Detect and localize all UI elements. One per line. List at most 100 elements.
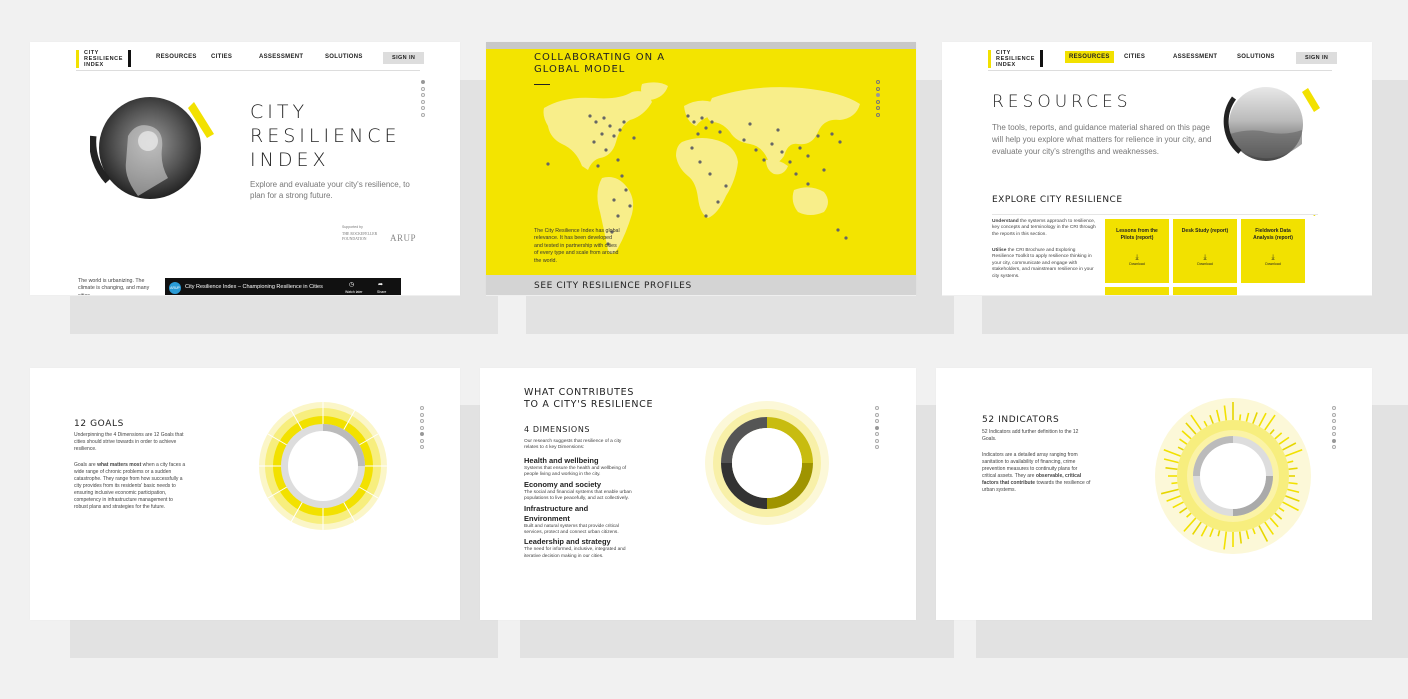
section-divider	[992, 214, 1318, 215]
download-icon[interactable]: ⤓	[1105, 254, 1169, 262]
goals-description: Goals are what matters most when a city …	[74, 462, 186, 510]
section-dot[interactable]	[421, 106, 425, 110]
section-dot[interactable]	[421, 86, 425, 91]
indicators-intro: 52 Indicators add further definition to …	[982, 429, 1079, 442]
hero-photo-circle	[90, 97, 214, 199]
see-profiles-link[interactable]: SEE CITY RESILIENCE PROFILES	[534, 281, 692, 291]
section-dot[interactable]	[420, 419, 424, 423]
dimension-desc: Systems that ensure the health and wellb…	[524, 466, 627, 478]
section-dots[interactable]	[421, 80, 425, 117]
section-dot[interactable]	[1332, 419, 1336, 423]
card-shadow	[916, 80, 942, 296]
section-dot[interactable]	[420, 432, 424, 436]
resource-card[interactable]	[1105, 287, 1169, 295]
card-shadow	[916, 405, 936, 620]
intro-text: The world is urbanizing. The climate is …	[78, 278, 150, 295]
section-dot[interactable]	[1332, 432, 1336, 436]
dimension-desc: The social and financial systems that en…	[524, 489, 632, 502]
nav-assessment[interactable]: ASSESSMENT	[259, 54, 303, 60]
indicator-segment	[1238, 414, 1242, 421]
sign-in-button[interactable]: SIGN IN	[1296, 52, 1338, 64]
section-dot[interactable]	[875, 425, 879, 430]
section-dot[interactable]	[1332, 438, 1336, 443]
map-title: COLLABORATING ON A GLOBAL MODEL	[534, 52, 666, 75]
dimensions-ring-diagram	[705, 401, 829, 525]
section-dot[interactable]	[421, 99, 425, 104]
card-shadow	[520, 620, 954, 658]
indicator-segment	[1288, 481, 1298, 485]
section-dot[interactable]	[875, 406, 879, 410]
dimension-name: Leadership and strategy	[524, 537, 611, 547]
dimension-name: Economy and society	[524, 479, 602, 489]
goals-wheel-diagram	[259, 402, 387, 530]
resources-intro: The tools, reports, and guidance materia…	[992, 123, 1212, 156]
nav-cities[interactable]: CITIES	[211, 54, 232, 60]
section-dot[interactable]	[1332, 406, 1336, 410]
resource-card[interactable]: Lessons from the Pilots (report) ⤓ Downl…	[1105, 219, 1169, 283]
clock-icon[interactable]: ◷	[349, 281, 354, 288]
explore-heading: EXPLORE CITY RESILIENCE	[992, 195, 1123, 205]
resource-card[interactable]	[1173, 287, 1237, 295]
section-dot[interactable]	[875, 419, 879, 423]
nav-resources[interactable]: RESOURCES	[156, 54, 197, 60]
indicators-wheel-diagram	[1155, 398, 1311, 554]
nav-divider	[76, 70, 420, 71]
card-shadow	[70, 620, 498, 658]
nav-assessment[interactable]: ASSESSMENT	[1173, 54, 1217, 60]
logo[interactable]: CITY RESILIENCE INDEX	[988, 50, 1044, 68]
understand-text: Understand the systems approach to resil…	[992, 219, 1096, 237]
watch-later-label[interactable]: Watch later	[345, 290, 363, 294]
section-dot[interactable]	[876, 99, 880, 104]
nav-resources[interactable]: RESOURCES	[1065, 51, 1114, 63]
section-dot[interactable]	[421, 93, 425, 97]
share-label[interactable]: Share	[377, 290, 386, 294]
section-dot[interactable]	[876, 106, 880, 110]
section-dot[interactable]	[876, 112, 880, 117]
section-dot[interactable]	[876, 80, 880, 84]
section-dot[interactable]	[1332, 412, 1336, 417]
section-dots[interactable]	[875, 406, 879, 449]
card-shadow	[982, 296, 1408, 334]
nav-solutions[interactable]: SOLUTIONS	[1237, 54, 1275, 60]
download-icon[interactable]: ⤓	[1241, 254, 1305, 262]
profiles-footer[interactable]: SEE CITY RESILIENCE PROFILES	[486, 275, 916, 295]
card-shadow	[526, 296, 954, 334]
section-dot[interactable]	[420, 445, 424, 449]
dimensions-intro: Our research suggests that resilience of…	[524, 439, 622, 451]
nav-cities[interactable]: CITIES	[1124, 54, 1145, 60]
section-dot[interactable]	[421, 112, 425, 117]
section-dot[interactable]	[875, 445, 879, 449]
section-dot[interactable]	[876, 86, 880, 91]
section-dot[interactable]	[875, 438, 879, 443]
section-dot[interactable]	[876, 93, 880, 97]
video-title[interactable]: City Resilience Index – Championing Resi…	[185, 284, 323, 290]
section-dot[interactable]	[875, 432, 879, 436]
section-dot[interactable]	[421, 80, 425, 84]
download-icon[interactable]: ⤓	[1173, 254, 1237, 262]
dimension-name: Infrastructure and Environment	[524, 503, 589, 523]
logo[interactable]: CITY RESILIENCE INDEX	[76, 50, 132, 68]
section-dot[interactable]	[1332, 445, 1336, 449]
nav-solutions[interactable]: SOLUTIONS	[325, 54, 363, 60]
share-icon[interactable]: ➦	[378, 281, 383, 288]
section-dot[interactable]	[420, 425, 424, 430]
home-screen: CITY RESILIENCE INDEX RESOURCES CITIES A…	[30, 42, 460, 295]
card-shadow	[460, 80, 486, 296]
section-dot[interactable]	[420, 412, 424, 417]
channel-avatar[interactable]: ARUP	[169, 282, 181, 294]
section-dots[interactable]	[1332, 406, 1336, 449]
section-dot[interactable]	[1332, 425, 1336, 430]
section-dot[interactable]	[420, 406, 424, 410]
resource-card[interactable]: Fieldwork Data Analysis (report) ⤓ Downl…	[1241, 219, 1305, 283]
resource-card[interactable]: Desk Study (report) ⤓ Download	[1173, 219, 1237, 283]
section-dots[interactable]	[876, 80, 880, 117]
dimensions-title: WHAT CONTRIBUTES TO A CITY'S RESILIENCE	[524, 387, 654, 410]
section-dot[interactable]	[420, 438, 424, 443]
card-shadow	[1372, 80, 1408, 296]
card-shadow	[976, 620, 1408, 658]
section-dot[interactable]	[875, 412, 879, 417]
sign-in-button[interactable]: SIGN IN	[383, 52, 425, 64]
video-player[interactable]: ARUP City Resilience Index – Championing…	[165, 278, 401, 295]
resources-photo-circle	[1223, 87, 1320, 161]
section-dots[interactable]	[420, 406, 424, 449]
